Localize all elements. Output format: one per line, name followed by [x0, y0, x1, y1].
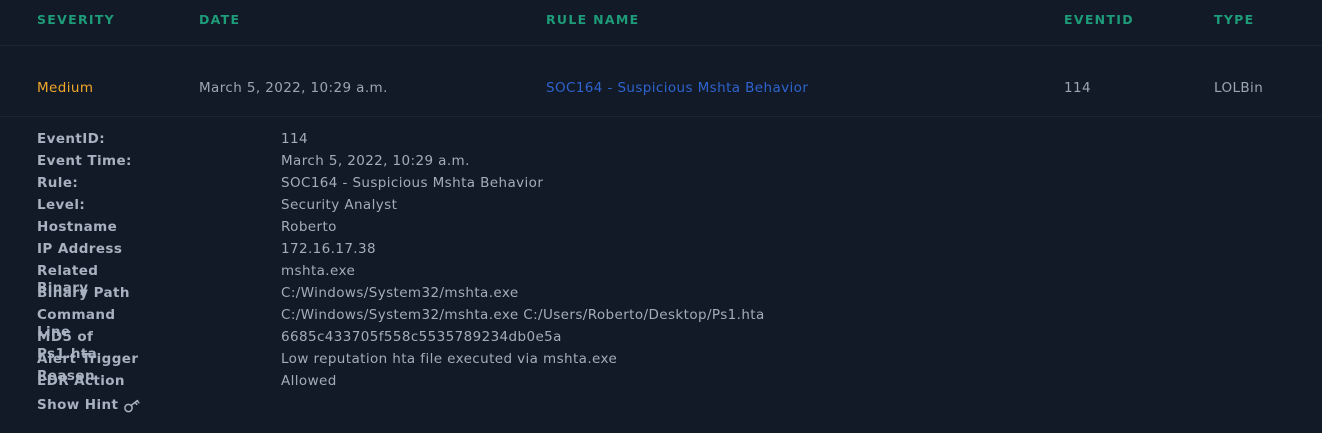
alert-type: LOLBin	[1214, 80, 1264, 96]
detail-row-ip-address: IP Address 172.16.17.38	[37, 241, 376, 263]
show-hint-label: Show Hint	[37, 397, 119, 413]
detail-label: EventID:	[37, 131, 106, 147]
detail-value: March 5, 2022, 10:29 a.m.	[281, 153, 470, 169]
detail-row-edr-action: EDR Action Allowed	[37, 373, 336, 395]
detail-value: Low reputation hta file executed via msh…	[281, 351, 618, 367]
detail-value: Allowed	[281, 373, 337, 389]
detail-row-binary-path: Binary Path C:/Windows/System32/mshta.ex…	[37, 285, 518, 307]
detail-value: 114	[281, 131, 308, 147]
detail-row-level: Level: Security Analyst	[37, 197, 397, 219]
header-type: TYPE	[1214, 12, 1255, 27]
detail-value: C:/Windows/System32/mshta.exe C:/Users/R…	[281, 307, 765, 323]
detail-label: Event Time:	[37, 153, 132, 169]
header-date: DATE	[199, 12, 241, 27]
detail-label: Level:	[37, 197, 86, 213]
detail-label: EDR Action	[37, 373, 125, 389]
header-severity: SEVERITY	[37, 12, 116, 27]
detail-label: IP Address	[37, 241, 123, 257]
alert-row[interactable]: Medium March 5, 2022, 10:29 a.m. SOC164 …	[0, 46, 1322, 117]
detail-value: C:/Windows/System32/mshta.exe	[281, 285, 519, 301]
detail-value: 6685c433705f558c5535789234db0e5a	[281, 329, 562, 345]
detail-row-eventid: EventID: 114	[37, 131, 308, 153]
show-hint-button[interactable]: Show Hint	[37, 397, 141, 414]
detail-row-rule: Rule: SOC164 - Suspicious Mshta Behavior	[37, 175, 543, 197]
detail-value: 172.16.17.38	[281, 241, 376, 257]
detail-row-event-time: Event Time: March 5, 2022, 10:29 a.m.	[37, 153, 469, 175]
detail-value: SOC164 - Suspicious Mshta Behavior	[281, 175, 544, 191]
detail-row-trigger-reason: Alert Trigger Reason Low reputation hta …	[37, 351, 617, 384]
detail-row-related-binary: Related Binary mshta.exe	[37, 263, 355, 296]
detail-label: Binary Path	[37, 285, 130, 301]
detail-row-hostname: Hostname Roberto	[37, 219, 336, 241]
key-icon	[123, 399, 141, 413]
alert-eventid: 114	[1064, 80, 1091, 96]
header-eventid: EVENTID	[1064, 12, 1134, 27]
detail-row-md5: MD5 of Ps1.hta 6685c433705f558c553578923…	[37, 329, 561, 362]
detail-value: Roberto	[281, 219, 337, 235]
severity-badge: Medium	[37, 80, 94, 96]
header-rule-name: RULE NAME	[546, 12, 640, 27]
detail-label: Hostname	[37, 219, 118, 235]
detail-value: mshta.exe	[281, 263, 356, 279]
alerts-table-header: SEVERITY DATE RULE NAME EVENTID TYPE	[0, 0, 1322, 46]
rule-name-link[interactable]: SOC164 - Suspicious Mshta Behavior	[546, 80, 808, 96]
detail-value: Security Analyst	[281, 197, 398, 213]
alert-date: March 5, 2022, 10:29 a.m.	[199, 80, 388, 96]
detail-row-hint: Show Hint	[37, 395, 141, 417]
detail-row-command-line: Command Line C:/Windows/System32/mshta.e…	[37, 307, 764, 340]
alert-details: EventID: 114 Event Time: March 5, 2022, …	[37, 131, 764, 417]
detail-label: Rule:	[37, 175, 79, 191]
